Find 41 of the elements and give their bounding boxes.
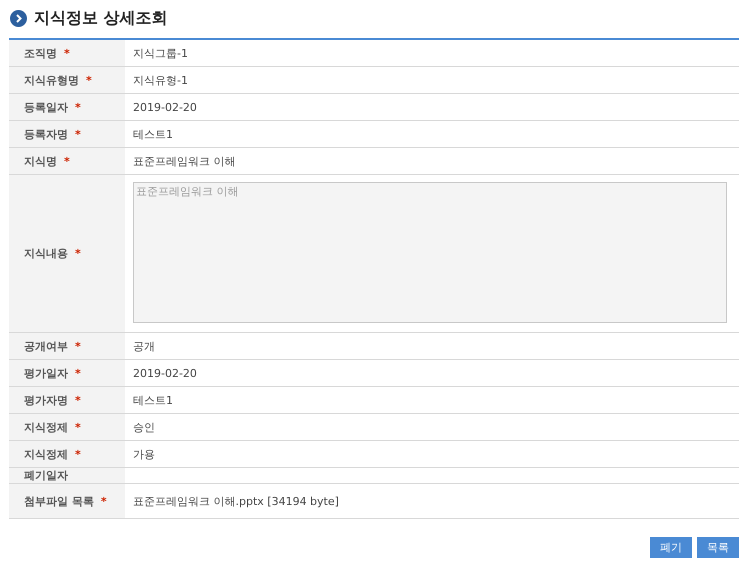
field-label: 평가자명 (24, 392, 68, 408)
field-value: 테스트1 (133, 126, 173, 142)
field-label: 첨부파일 목록 (24, 494, 94, 508)
page-title: 지식정보 상세조회 (34, 8, 168, 28)
required-mark: * (100, 494, 107, 508)
required-mark: * (64, 154, 70, 168)
attachment-text: 표준프레임워크 이해.pptx [34194 byte] (133, 494, 339, 508)
field-label: 폐기일자 (24, 468, 68, 483)
field-label: 지식유형명 (24, 72, 79, 88)
required-mark: * (75, 448, 81, 460)
required-mark: * (75, 394, 81, 406)
field-label: 등록자명 (24, 126, 68, 142)
required-mark: * (75, 247, 81, 260)
required-mark: * (75, 128, 81, 140)
chevron-circle-icon (10, 10, 27, 26)
required-mark: * (75, 366, 81, 380)
field-value: 테스트1 (133, 392, 173, 408)
field-value: 2019-02-20 (133, 100, 197, 114)
discard-button[interactable]: 폐기 (650, 537, 692, 558)
field-value: 공개 (133, 338, 155, 354)
field-value: 2019-02-20 (133, 366, 197, 380)
field-label: 평가일자 (24, 366, 68, 380)
field-value: 가용 (133, 446, 155, 462)
field-label: 조직명 (24, 46, 57, 60)
field-label: 지식정제 (24, 446, 68, 462)
required-mark: * (64, 46, 70, 60)
field-label: 등록일자 (24, 100, 68, 114)
required-mark: * (75, 340, 81, 352)
field-label: 지식내용 (24, 246, 68, 261)
required-mark: * (75, 420, 81, 434)
field-value: 승인 (133, 420, 155, 434)
required-mark: * (75, 100, 81, 114)
field-label: 공개여부 (24, 338, 68, 354)
field-value: 지식그룹-1 (133, 46, 188, 60)
content-textarea[interactable]: 표준프레임워크 이해 (133, 182, 727, 323)
list-button[interactable]: 목록 (697, 537, 739, 558)
field-value: 표준프레임워크 이해 (133, 154, 236, 168)
required-mark: * (86, 74, 92, 86)
field-label: 지식정제 (24, 420, 68, 434)
field-label: 지식명 (24, 154, 57, 168)
field-value: 지식유형-1 (133, 72, 188, 88)
